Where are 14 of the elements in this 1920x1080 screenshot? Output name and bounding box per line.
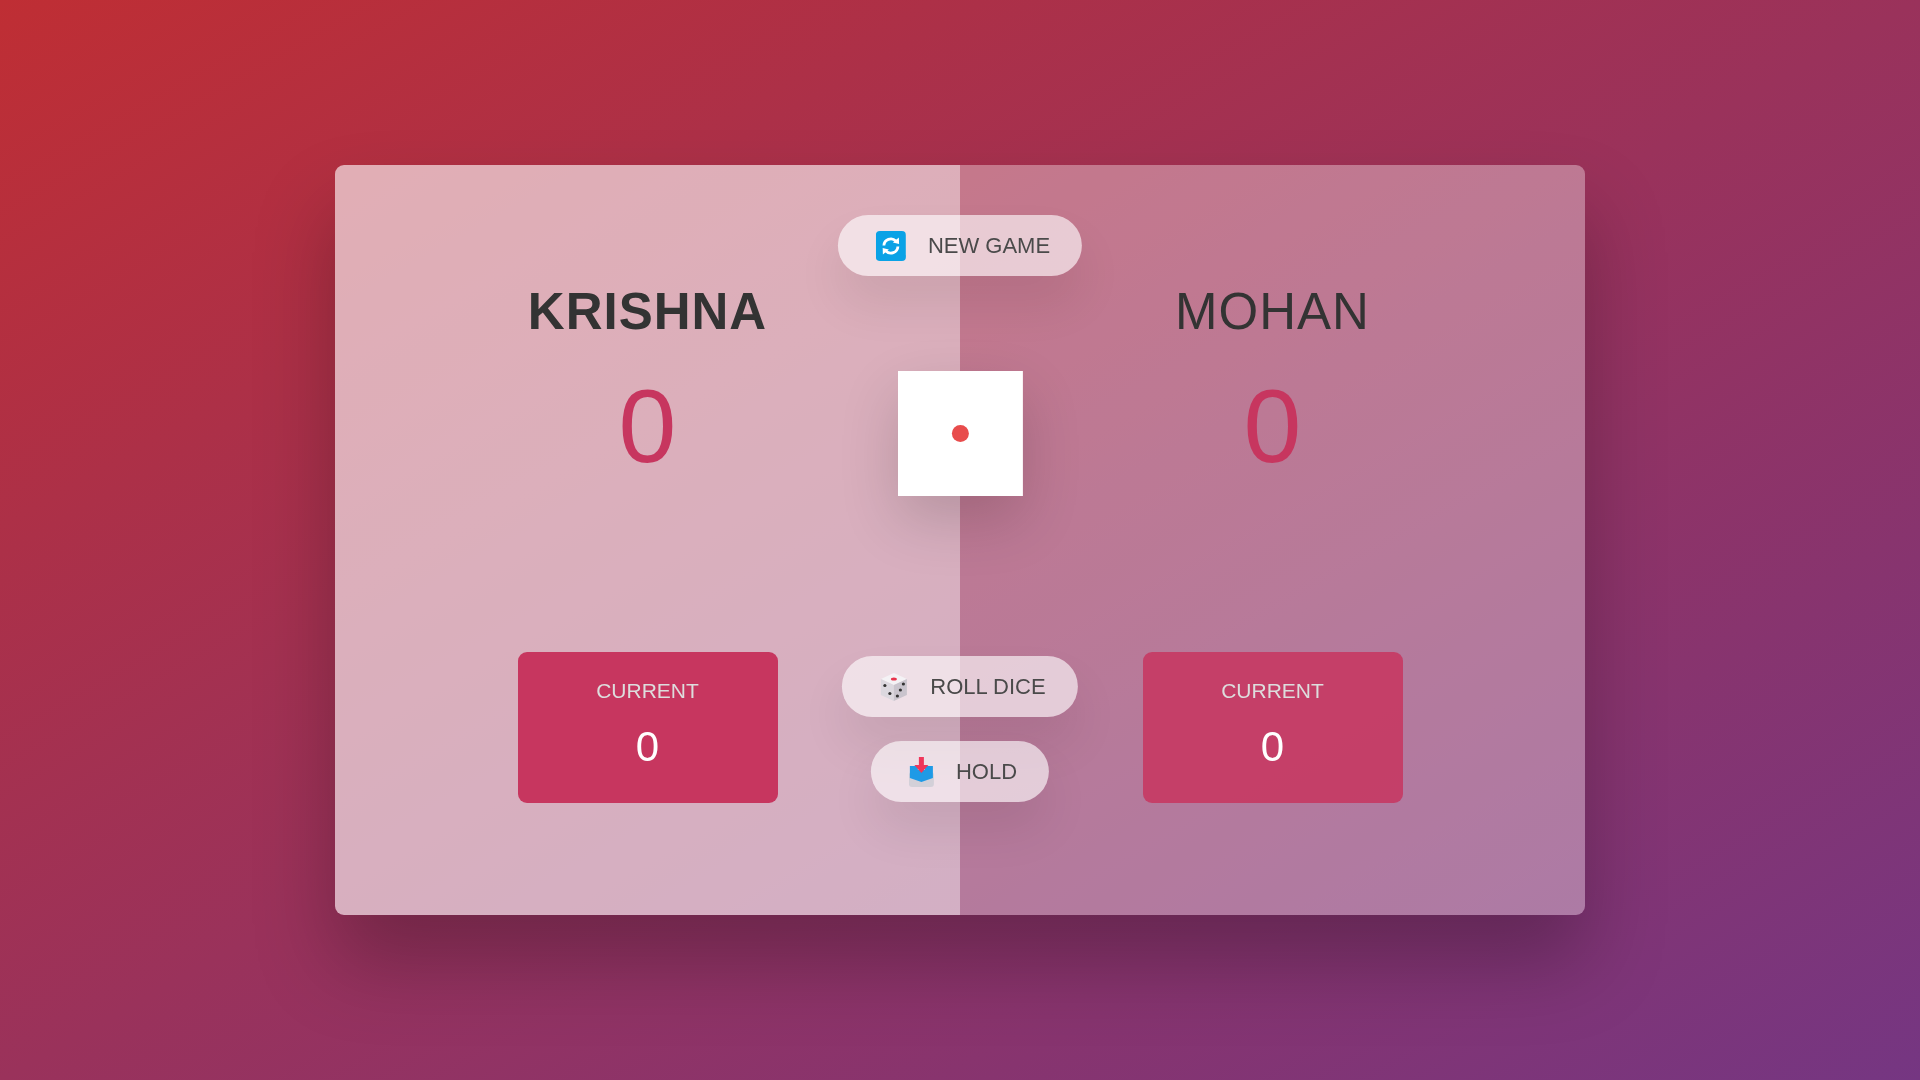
hold-button[interactable]: HOLD [870,741,1050,802]
total-score: 0 [618,374,677,478]
player-name: MOHAN [1175,286,1370,337]
current-score: 0 [635,726,660,768]
roll-dice-button[interactable]: ROLL DICE [842,656,1078,717]
refresh-icon [875,230,906,261]
new-game-button[interactable]: NEW GAME [837,215,1083,276]
current-label: CURRENT [1221,680,1324,701]
current-score: 0 [1260,726,1285,768]
total-score: 0 [1243,374,1302,478]
current-label: CURRENT [596,680,699,701]
tray-arrow-icon [908,756,934,787]
dice-icon [880,671,909,702]
player-name: KRISHNA [527,286,768,337]
